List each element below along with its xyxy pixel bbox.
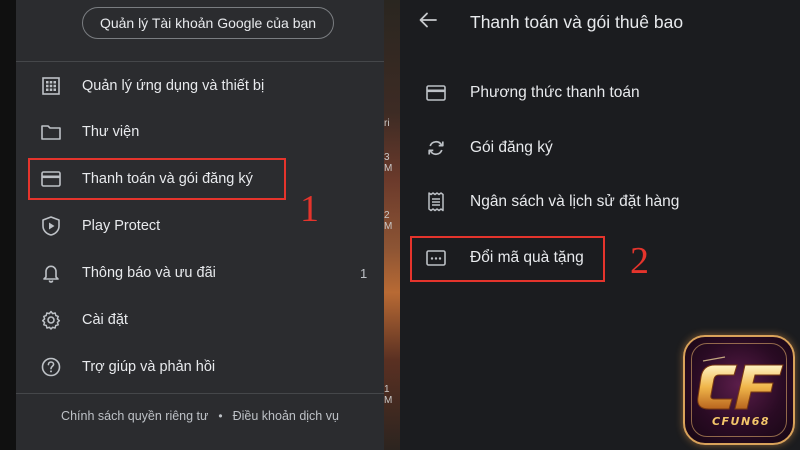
account-menu-footer: Chính sách quyền riêng tư • Điều khoản d…: [16, 404, 384, 428]
sync-icon: [424, 136, 448, 160]
background-text: 3 M: [384, 152, 393, 174]
bell-icon: [40, 262, 62, 284]
menu-item-manage-apps[interactable]: Quản lý ứng dụng và thiết bị: [16, 64, 384, 108]
menu-item-subscriptions[interactable]: Gói đăng ký: [400, 125, 800, 171]
footer-divider: [16, 393, 384, 394]
background-text: 1 M: [384, 384, 393, 406]
notification-count-badge: 1: [360, 265, 368, 281]
menu-item-label: Cài đặt: [82, 312, 128, 328]
menu-item-notifications-offers[interactable]: Thông báo và ưu đãi 1: [16, 251, 384, 295]
step-2-number: 2: [630, 240, 649, 282]
step-1-highlight-box: [28, 158, 286, 200]
logo-caption: CFUN68: [711, 415, 771, 428]
background-text: 2 M: [384, 210, 393, 232]
terms-of-service-link[interactable]: Điều khoản dịch vụ: [233, 409, 339, 423]
menu-item-label: Thông báo và ưu đãi: [82, 265, 216, 281]
manage-google-account-label: Quản lý Tài khoản Google của bạn: [99, 15, 317, 31]
back-arrow-icon: [419, 12, 437, 33]
menu-item-budget-order-history[interactable]: Ngân sách và lịch sử đặt hàng: [400, 179, 800, 225]
menu-item-library[interactable]: Thư viện: [16, 110, 384, 154]
shield-play-icon: [40, 215, 62, 237]
menu-item-settings[interactable]: Cài đặt: [16, 298, 384, 342]
left-edge-background: [0, 0, 16, 450]
receipt-icon: [424, 190, 448, 214]
header-divider: [16, 61, 384, 62]
menu-item-label: Gói đăng ký: [470, 139, 553, 156]
logo-artwork: [697, 356, 784, 410]
menu-item-label: Ngân sách và lịch sử đặt hàng: [470, 193, 680, 210]
grid-icon: [40, 75, 62, 97]
step-1-number: 1: [300, 188, 319, 230]
folder-icon: [40, 121, 62, 143]
back-button[interactable]: [414, 8, 442, 36]
menu-item-label: Play Protect: [82, 218, 161, 234]
cfun68-logo: CFUN68: [683, 335, 795, 445]
step-2-highlight-box: [410, 236, 605, 282]
page-title: Thanh toán và gói thuê bao: [470, 12, 684, 32]
background-app-strip: ri 3 M 2 M 1 M: [384, 0, 400, 450]
menu-item-help-feedback[interactable]: Trợ giúp và phản hồi: [16, 345, 384, 389]
background-text: ri: [384, 118, 390, 129]
help-icon: [40, 356, 62, 378]
footer-separator: •: [218, 409, 223, 423]
menu-item-label: Quản lý ứng dụng và thiết bị: [82, 78, 265, 94]
menu-item-label: Trợ giúp và phản hồi: [82, 359, 216, 375]
privacy-policy-link[interactable]: Chính sách quyền riêng tư: [61, 409, 208, 423]
gear-icon: [40, 309, 62, 331]
manage-google-account-button[interactable]: Quản lý Tài khoản Google của bạn: [82, 7, 334, 39]
menu-item-payment-methods[interactable]: Phương thức thanh toán: [400, 70, 800, 116]
menu-item-label: Thư viện: [82, 124, 140, 140]
menu-item-play-protect[interactable]: Play Protect: [16, 204, 384, 248]
menu-item-label: Phương thức thanh toán: [470, 84, 640, 101]
card-icon: [424, 81, 448, 105]
